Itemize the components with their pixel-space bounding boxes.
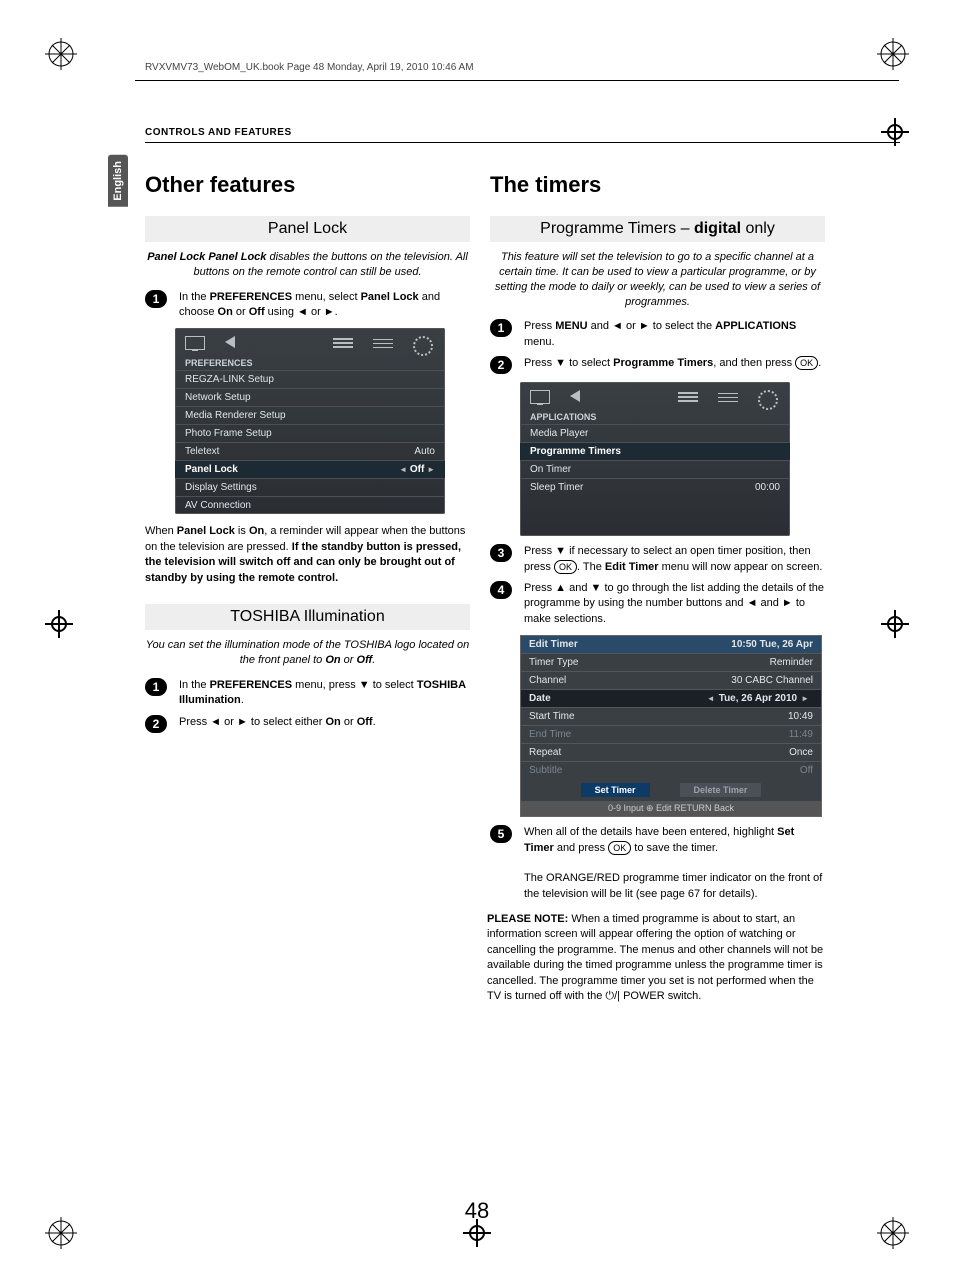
osd-row: REGZA-LINK Setup <box>175 370 445 388</box>
step-text: Press ▼ if necessary to select an open t… <box>524 544 825 575</box>
step-text: In the PREFERENCES menu, press ▼ to sele… <box>179 678 470 709</box>
top-rule <box>135 80 899 81</box>
edit-timer-osd: Edit Timer10:50 Tue, 26 Apr Timer TypeRe… <box>520 635 822 817</box>
illum-step-1: 1 In the PREFERENCES menu, press ▼ to se… <box>145 678 470 709</box>
heading-the-timers: The timers <box>490 172 825 198</box>
step-text: Press MENU and ◄ or ► to select the APPL… <box>524 319 825 350</box>
please-note: PLEASE NOTE: When a timed programme is a… <box>487 912 825 1004</box>
step-number-icon: 1 <box>490 319 512 337</box>
list-tab-icon <box>333 336 355 352</box>
subhead-programme-timers: Programme Timers – digital only <box>490 216 825 242</box>
illum-intro: You can set the illumination mode of the… <box>145 638 470 668</box>
step-number-icon: 4 <box>490 581 512 599</box>
applications-osd: APPLICATIONS Media PlayerProgramme Timer… <box>520 382 790 536</box>
picture-tab-icon <box>185 336 207 352</box>
set-timer-button[interactable]: Set Timer <box>581 783 650 797</box>
step-number-icon: 1 <box>145 290 167 308</box>
edit-timer-row: End Time11:49 <box>521 725 821 743</box>
edit-timer-header: Edit Timer10:50 Tue, 26 Apr <box>521 636 821 653</box>
osd-row: TeletextAuto <box>175 442 445 460</box>
osd-tab-icons <box>175 334 445 358</box>
step-text: When all of the details have been entere… <box>524 825 825 902</box>
edit-timer-row: Timer TypeReminder <box>521 653 821 671</box>
osd-row: Network Setup <box>175 388 445 406</box>
step-number-icon: 3 <box>490 544 512 562</box>
subhead-panel-lock: Panel Lock <box>145 216 470 242</box>
edit-timer-row: SubtitleOff <box>521 761 821 779</box>
step-number-icon: 1 <box>145 678 167 696</box>
edit-timer-row: Channel30 CABC Channel <box>521 671 821 689</box>
ok-button-icon: OK <box>795 356 818 370</box>
delete-timer-button[interactable]: Delete Timer <box>680 783 762 797</box>
crosshair-left <box>45 610 73 638</box>
right-column: The timers Programme Timers – digital on… <box>490 172 825 1014</box>
sliders-tab-icon <box>718 390 740 406</box>
subhead-toshiba-illumination: TOSHIBA Illumination <box>145 604 470 630</box>
panel-lock-intro: Panel Lock Panel Lock disables the butto… <box>145 250 470 280</box>
step-number-icon: 2 <box>145 715 167 733</box>
gear-tab-icon <box>758 390 780 406</box>
regmark-tr <box>877 38 909 70</box>
panel-lock-after: When Panel Lock is On, a reminder will a… <box>145 524 470 586</box>
timers-step-4: 4 Press ▲ and ▼ to go through the list a… <box>490 581 825 627</box>
osd-row: Panel Lock◄ Off ► <box>175 460 445 478</box>
osd-row: Photo Frame Setup <box>175 424 445 442</box>
left-column: Other features Panel Lock Panel Lock Pan… <box>145 172 470 739</box>
preferences-osd: PREFERENCES REGZA-LINK SetupNetwork Setu… <box>175 328 445 514</box>
timers-step-3: 3 Press ▼ if necessary to select an open… <box>490 544 825 575</box>
step-text: Press ▲ and ▼ to go through the list add… <box>524 581 825 627</box>
ok-button-icon: OK <box>554 560 577 574</box>
edit-timer-footer: 0-9 Input ⊕ Edit RETURN Back <box>521 801 821 816</box>
osd-row: Display Settings <box>175 478 445 496</box>
running-head: RVXVMV73_WebOM_UK.book Page 48 Monday, A… <box>145 62 474 73</box>
osd-tab-icons <box>520 388 790 412</box>
page-number: 48 <box>0 1198 954 1224</box>
ok-button-icon: OK <box>608 841 631 855</box>
step-number-icon: 5 <box>490 825 512 843</box>
sliders-tab-icon <box>373 336 395 352</box>
language-tab: English <box>108 155 128 207</box>
edit-timer-row: Date◄Tue, 26 Apr 2010► <box>521 689 821 707</box>
osd-row: On Timer <box>520 460 790 478</box>
step-text: In the PREFERENCES menu, select Panel Lo… <box>179 290 470 321</box>
edit-timer-row: Start Time10:49 <box>521 707 821 725</box>
section-header: CONTROLS AND FEATURES <box>145 127 900 143</box>
panel-lock-step-1: 1 In the PREFERENCES menu, select Panel … <box>145 290 470 321</box>
apps-osd-rows: Media PlayerProgramme TimersOn TimerSlee… <box>520 424 790 496</box>
gear-tab-icon <box>413 336 435 352</box>
timers-step-2: 2 Press ▼ to select Programme Timers, an… <box>490 356 825 374</box>
heading-other-features: Other features <box>145 172 470 198</box>
progtimers-intro: This feature will set the television to … <box>490 250 825 309</box>
osd-row: Media Player <box>520 424 790 442</box>
crosshair-right <box>881 610 909 638</box>
osd-title: PREFERENCES <box>175 358 445 370</box>
osd-row: Programme Timers <box>520 442 790 460</box>
step-text: Press ◄ or ► to select either On or Off. <box>179 715 470 733</box>
step-text: Press ▼ to select Programme Timers, and … <box>524 356 825 374</box>
pref-osd-rows: REGZA-LINK SetupNetwork SetupMedia Rende… <box>175 370 445 514</box>
illum-step-2: 2 Press ◄ or ► to select either On or Of… <box>145 715 470 733</box>
edit-timer-rows: Timer TypeReminderChannel30 CABC Channel… <box>521 653 821 779</box>
osd-row: AV Connection <box>175 496 445 514</box>
timers-step-5: 5 When all of the details have been ente… <box>490 825 825 902</box>
osd-row: Media Renderer Setup <box>175 406 445 424</box>
list-tab-icon <box>678 390 700 406</box>
osd-title: APPLICATIONS <box>520 412 790 424</box>
timers-step-1: 1 Press MENU and ◄ or ► to select the AP… <box>490 319 825 350</box>
manual-page: RVXVMV73_WebOM_UK.book Page 48 Monday, A… <box>0 0 954 1267</box>
picture-tab-icon <box>530 390 552 406</box>
sound-tab-icon <box>225 336 247 352</box>
sound-tab-icon <box>570 390 592 406</box>
step-number-icon: 2 <box>490 356 512 374</box>
regmark-tl <box>45 38 77 70</box>
edit-timer-buttons: Set Timer Delete Timer <box>521 779 821 801</box>
osd-row: Sleep Timer00:00 <box>520 478 790 496</box>
edit-timer-row: RepeatOnce <box>521 743 821 761</box>
